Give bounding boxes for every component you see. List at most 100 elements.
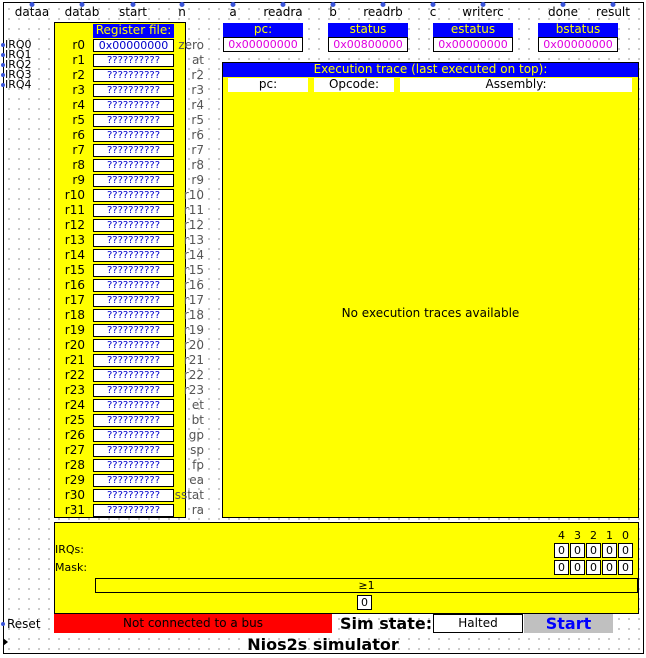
register-value[interactable]: ??????????: [93, 354, 174, 367]
register-value[interactable]: ??????????: [93, 249, 174, 262]
pin-label: done: [548, 5, 578, 19]
pin-label: result: [596, 5, 630, 19]
register-value[interactable]: ??????????: [93, 219, 174, 232]
reset-button[interactable]: Reset: [7, 617, 41, 631]
register-value[interactable]: ??????????: [93, 504, 174, 517]
or-output: 0: [357, 595, 372, 610]
irq-pin-label: IRQ4: [5, 78, 32, 91]
mask-bit[interactable]: 0: [554, 560, 569, 575]
register-row: r1?????????? at: [55, 53, 204, 68]
register-row: r22?????????? r22: [55, 368, 204, 383]
register-name: r21: [64, 353, 85, 367]
register-value[interactable]: ??????????: [93, 99, 174, 112]
register-value[interactable]: ??????????: [93, 189, 174, 202]
register-alias: ra: [191, 503, 204, 517]
register-value[interactable]: ??????????: [93, 399, 174, 412]
mask-bit[interactable]: 0: [586, 560, 601, 575]
register-alias: ea: [189, 473, 204, 487]
register-alias: r21: [183, 353, 204, 367]
register-row: r11?????????? r11: [55, 203, 204, 218]
special-register-label: pc:: [223, 23, 303, 37]
trace-empty-message: No execution traces available: [341, 306, 520, 320]
register-value[interactable]: ??????????: [93, 369, 174, 382]
register-name: r1: [72, 53, 85, 67]
register-value[interactable]: ??????????: [93, 159, 174, 172]
or-gate: ≥1: [95, 578, 638, 593]
register-value[interactable]: ??????????: [93, 114, 174, 127]
register-row: r31?????????? ra: [55, 503, 204, 518]
mask-bit[interactable]: 0: [618, 560, 633, 575]
register-value[interactable]: ??????????: [93, 204, 174, 217]
register-value[interactable]: ??????????: [93, 459, 174, 472]
register-value[interactable]: ??????????: [93, 339, 174, 352]
register-value[interactable]: ??????????: [93, 84, 174, 97]
register-row: r21?????????? r21: [55, 353, 204, 368]
irq-bit: 0: [570, 543, 585, 558]
register-value[interactable]: 0x00000000: [93, 39, 174, 52]
special-register-value[interactable]: 0x00000000: [223, 37, 303, 52]
register-value[interactable]: ??????????: [93, 174, 174, 187]
register-value[interactable]: ??????????: [93, 279, 174, 292]
register-name: r23: [64, 383, 85, 397]
register-name: r3: [72, 83, 85, 97]
register-value[interactable]: ??????????: [93, 294, 174, 307]
register-value[interactable]: ??????????: [93, 444, 174, 457]
register-value[interactable]: ??????????: [93, 309, 174, 322]
register-row: r13?????????? r13: [55, 233, 204, 248]
register-alias: r10: [183, 188, 204, 202]
mask-bit[interactable]: 0: [570, 560, 585, 575]
register-name: r28: [64, 458, 85, 472]
register-value[interactable]: ??????????: [93, 129, 174, 142]
corner-arrow-icon: [3, 638, 8, 646]
register-name: r9: [72, 173, 85, 187]
register-value[interactable]: ??????????: [93, 264, 174, 277]
register-name: r10: [64, 188, 85, 202]
register-value[interactable]: ??????????: [93, 324, 174, 337]
register-alias: r2: [191, 68, 204, 82]
register-name: r14: [64, 248, 85, 262]
irq-bit: 0: [586, 543, 601, 558]
mask-bit[interactable]: 0: [602, 560, 617, 575]
start-button[interactable]: Start: [524, 614, 613, 633]
register-value[interactable]: ??????????: [93, 429, 174, 442]
register-row: r29?????????? ea: [55, 473, 204, 488]
register-name: r12: [64, 218, 85, 232]
register-value[interactable]: ??????????: [93, 474, 174, 487]
register-value[interactable]: ??????????: [93, 414, 174, 427]
sim-state-value: Halted: [433, 614, 523, 633]
special-register-label: estatus: [433, 23, 513, 37]
pin-label: datab: [64, 5, 100, 19]
register-value[interactable]: ??????????: [93, 489, 174, 502]
register-row: r10?????????? r10: [55, 188, 204, 203]
register-row: r20?????????? r20: [55, 338, 204, 353]
register-value[interactable]: ??????????: [93, 384, 174, 397]
execution-trace-panel: Execution trace (last executed on top): …: [222, 62, 639, 518]
register-value[interactable]: ??????????: [93, 54, 174, 67]
register-name: r27: [64, 443, 85, 457]
register-value[interactable]: ??????????: [93, 144, 174, 157]
irq-bit-number: 3: [574, 529, 581, 542]
pin-label: n: [178, 5, 186, 19]
bus-status: Not connected to a bus: [54, 614, 332, 633]
register-alias: r20: [183, 338, 204, 352]
register-alias: r8: [191, 158, 204, 172]
register-name: r19: [64, 323, 85, 337]
pin-label: start: [119, 5, 147, 19]
register-row: r5?????????? r5: [55, 113, 204, 128]
mask-label: Mask:: [55, 561, 88, 574]
special-register-value[interactable]: 0x00000000: [538, 37, 618, 52]
register-row: r14?????????? r14: [55, 248, 204, 263]
irq-bit: 0: [554, 543, 569, 558]
register-value[interactable]: ??????????: [93, 234, 174, 247]
register-alias: at: [191, 53, 204, 67]
register-name: r17: [64, 293, 85, 307]
register-alias: r3: [191, 83, 204, 97]
register-value[interactable]: ??????????: [93, 69, 174, 82]
register-file-title: Register file:: [93, 24, 174, 38]
special-register-value[interactable]: 0x00000000: [433, 37, 513, 52]
register-row: r24?????????? et: [55, 398, 204, 413]
special-register-value[interactable]: 0x00800000: [328, 37, 408, 52]
register-alias: r13: [183, 233, 204, 247]
trace-col-opcode: Opcode:: [314, 78, 394, 92]
trace-col-assembly: Assembly:: [400, 78, 632, 92]
